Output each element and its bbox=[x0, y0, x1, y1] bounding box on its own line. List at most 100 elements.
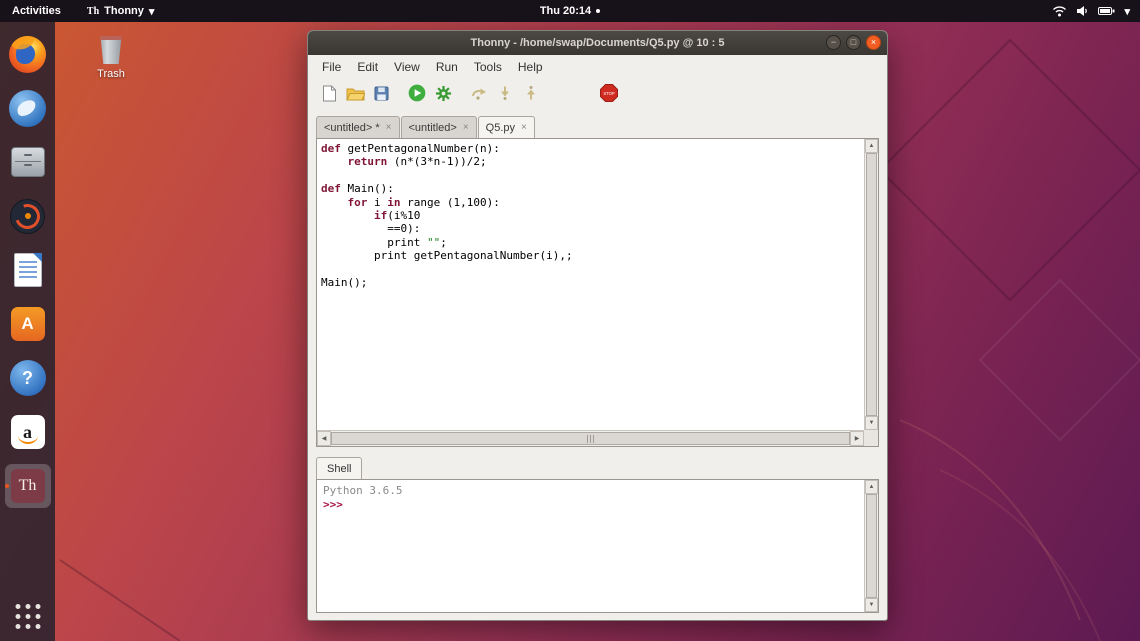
code-line: Main(); bbox=[321, 276, 864, 289]
menu-bar: FileEditViewRunToolsHelp bbox=[308, 55, 887, 78]
new-file-button[interactable] bbox=[318, 82, 340, 104]
menu-run[interactable]: Run bbox=[428, 57, 466, 77]
code-line: if(i%10 bbox=[321, 209, 864, 222]
horizontal-scroll-thumb[interactable] bbox=[331, 432, 850, 445]
tab-label: Q5.py bbox=[486, 122, 515, 134]
top-bar: Activities Th Thonny ▾ Thu 20:14 ▾ bbox=[0, 0, 1140, 22]
ubuntu-software-icon: A bbox=[11, 307, 45, 341]
code-area[interactable]: def getPentagonalNumber(n): return (n*(3… bbox=[317, 139, 864, 430]
clock[interactable]: Thu 20:14 bbox=[540, 5, 591, 17]
status-chevron-down-icon: ▾ bbox=[1124, 5, 1130, 18]
window-title: Thonny - /home/swap/Documents/Q5.py @ 10… bbox=[308, 37, 887, 49]
new-file-icon bbox=[322, 85, 337, 102]
show-applications-button[interactable] bbox=[15, 604, 40, 629]
stop-sign-icon: STOP bbox=[600, 84, 618, 102]
open-file-button[interactable] bbox=[344, 82, 366, 104]
tab-label: <untitled> * bbox=[324, 122, 380, 134]
editor-pane: def getPentagonalNumber(n): return (n*(3… bbox=[316, 138, 879, 447]
tab-close-icon[interactable]: × bbox=[386, 123, 392, 133]
code-line bbox=[321, 263, 864, 276]
open-folder-icon bbox=[346, 86, 365, 101]
app-menu-button[interactable]: Th Thonny ▾ bbox=[87, 5, 154, 18]
trash-label: Trash bbox=[86, 68, 136, 80]
menu-file[interactable]: File bbox=[314, 57, 349, 77]
tab-label: <untitled> bbox=[409, 122, 457, 134]
thunderbird-icon bbox=[9, 90, 46, 127]
app-menu-label: Thonny bbox=[104, 5, 144, 17]
close-button[interactable]: × bbox=[866, 35, 881, 50]
shell-output[interactable]: Python 3.6.5 >>> bbox=[317, 480, 864, 612]
step-over-button[interactable] bbox=[468, 82, 490, 104]
dock-item-rhythmbox[interactable] bbox=[5, 194, 51, 238]
notification-dot-icon bbox=[596, 9, 600, 13]
menu-help[interactable]: Help bbox=[510, 57, 551, 77]
scroll-grip-icon bbox=[590, 435, 591, 443]
shell-banner: Python 3.6.5 bbox=[323, 484, 864, 498]
dock-item-ubuntu-software[interactable]: A bbox=[5, 302, 51, 346]
step-out-button[interactable] bbox=[520, 82, 542, 104]
scroll-up-arrow-icon[interactable]: ▲ bbox=[865, 139, 878, 153]
system-status-area[interactable]: ▾ bbox=[1052, 5, 1140, 18]
thonny-window: Thonny - /home/swap/Documents/Q5.py @ 10… bbox=[307, 30, 888, 621]
toolbar: STOP bbox=[308, 78, 887, 108]
scroll-left-arrow-icon[interactable]: ◀ bbox=[317, 431, 331, 446]
scroll-down-arrow-icon[interactable]: ▼ bbox=[865, 416, 878, 430]
trash-desktop-icon[interactable]: Trash bbox=[86, 36, 136, 80]
scrollbar-corner bbox=[864, 430, 878, 446]
vertical-scroll-thumb[interactable] bbox=[866, 153, 877, 416]
debug-button[interactable] bbox=[432, 82, 454, 104]
debug-gear-icon bbox=[435, 85, 452, 102]
minimize-button[interactable]: − bbox=[826, 35, 841, 50]
run-button[interactable] bbox=[406, 82, 428, 104]
menu-view[interactable]: View bbox=[386, 57, 428, 77]
dock-item-libreoffice-writer[interactable] bbox=[5, 248, 51, 292]
dock-item-amazon[interactable]: a bbox=[5, 410, 51, 454]
shell-pane: Python 3.6.5 >>> ▲ ▼ bbox=[316, 479, 879, 613]
scroll-down-arrow-icon[interactable]: ▼ bbox=[865, 598, 878, 612]
shell-tab[interactable]: Shell bbox=[316, 457, 362, 479]
title-bar[interactable]: Thonny - /home/swap/Documents/Q5.py @ 10… bbox=[308, 31, 887, 55]
shell-prompt: >>> bbox=[323, 498, 864, 512]
editor-horizontal-scrollbar[interactable]: ◀ ▶ bbox=[317, 430, 864, 446]
dock-item-help[interactable]: ? bbox=[5, 356, 51, 400]
dock-item-thunderbird[interactable] bbox=[5, 86, 51, 130]
rhythmbox-icon bbox=[10, 199, 45, 234]
code-line: print getPentagonalNumber(i),; bbox=[321, 249, 864, 262]
code-line bbox=[321, 169, 864, 182]
svg-text:STOP: STOP bbox=[603, 91, 615, 96]
scroll-up-arrow-icon[interactable]: ▲ bbox=[865, 480, 878, 494]
save-file-button[interactable] bbox=[370, 82, 392, 104]
activities-button[interactable]: Activities bbox=[0, 0, 73, 22]
maximize-button[interactable]: □ bbox=[846, 35, 861, 50]
code-line: ==0): bbox=[321, 222, 864, 235]
step-into-icon bbox=[499, 86, 511, 100]
dock-item-files[interactable] bbox=[5, 140, 51, 184]
editor-vertical-scrollbar[interactable]: ▲ ▼ bbox=[864, 139, 878, 430]
shell-vertical-scrollbar[interactable]: ▲ ▼ bbox=[864, 480, 878, 612]
chevron-down-icon: ▾ bbox=[149, 5, 155, 18]
dock-item-firefox[interactable] bbox=[5, 32, 51, 76]
tab-q5-py[interactable]: Q5.py × bbox=[478, 116, 535, 138]
menu-tools[interactable]: Tools bbox=[466, 57, 510, 77]
thonny-mini-icon: Th bbox=[87, 6, 99, 17]
tab--untitled-[interactable]: <untitled> * × bbox=[316, 116, 400, 138]
tab-close-icon[interactable]: × bbox=[521, 123, 527, 133]
tab--untitled-[interactable]: <untitled> × bbox=[401, 116, 477, 138]
code-line: return (n*(3*n-1))/2; bbox=[321, 155, 864, 168]
scroll-right-arrow-icon[interactable]: ▶ bbox=[850, 431, 864, 446]
vertical-scroll-thumb[interactable] bbox=[866, 494, 877, 598]
step-into-button[interactable] bbox=[494, 82, 516, 104]
tab-close-icon[interactable]: × bbox=[463, 123, 469, 133]
code-line: def Main(): bbox=[321, 182, 864, 195]
dock-item-thonny[interactable]: Th bbox=[5, 464, 51, 508]
volume-icon bbox=[1076, 5, 1089, 17]
files-icon bbox=[11, 147, 45, 177]
battery-icon bbox=[1098, 6, 1115, 16]
thonny-icon: Th bbox=[11, 469, 45, 503]
stop-button[interactable]: STOP bbox=[598, 82, 620, 104]
step-out-icon bbox=[525, 86, 537, 100]
menu-edit[interactable]: Edit bbox=[349, 57, 386, 77]
trash-can-icon bbox=[99, 36, 123, 64]
save-floppy-icon bbox=[374, 86, 389, 101]
editor-tab-bar: <untitled> * × <untitled> × Q5.py × bbox=[316, 116, 535, 138]
